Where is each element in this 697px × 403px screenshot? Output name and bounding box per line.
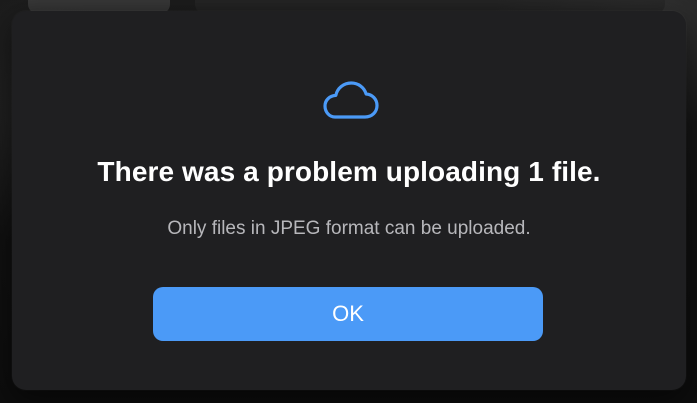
dialog-title: There was a problem uploading 1 file.	[97, 156, 601, 187]
cloud-icon	[317, 79, 381, 123]
ok-button[interactable]: OK	[153, 287, 543, 341]
dialog-icon-container	[12, 79, 686, 123]
dialog-message: Only files in JPEG format can be uploade…	[167, 218, 531, 239]
upload-error-dialog: There was a problem uploading 1 file. On…	[12, 11, 686, 390]
